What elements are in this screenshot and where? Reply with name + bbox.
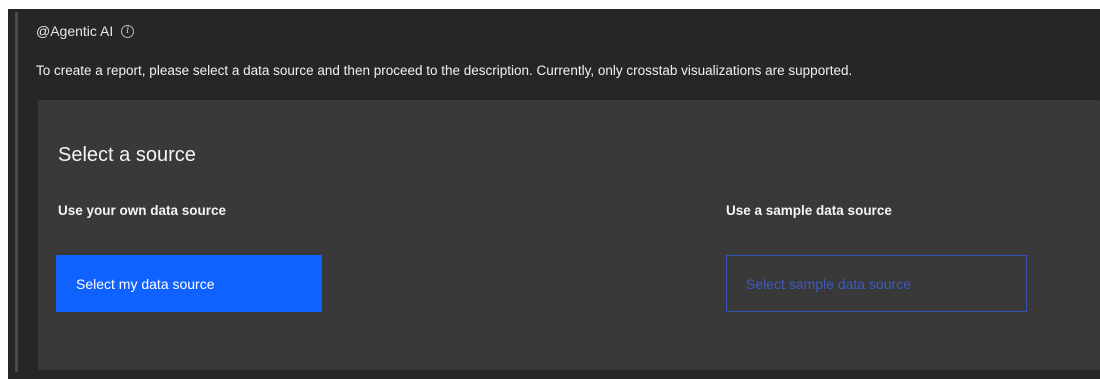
panel-title: @Agentic AI	[36, 23, 114, 39]
instructions-text: To create a report, please select a data…	[36, 63, 853, 78]
own-source-label: Use your own data source	[58, 203, 227, 218]
info-icon[interactable]: i	[121, 24, 135, 38]
panel-header: @Agentic AI i	[36, 23, 135, 39]
card-title: Select a source	[58, 144, 196, 166]
select-source-card: Select a source Use your own data source…	[38, 100, 1100, 370]
sample-source-label: Use a sample data source	[726, 203, 892, 218]
select-my-data-source-button[interactable]: Select my data source	[56, 255, 322, 312]
panel-left-border	[15, 12, 18, 372]
select-sample-data-source-button[interactable]: Select sample data source	[726, 255, 1027, 312]
